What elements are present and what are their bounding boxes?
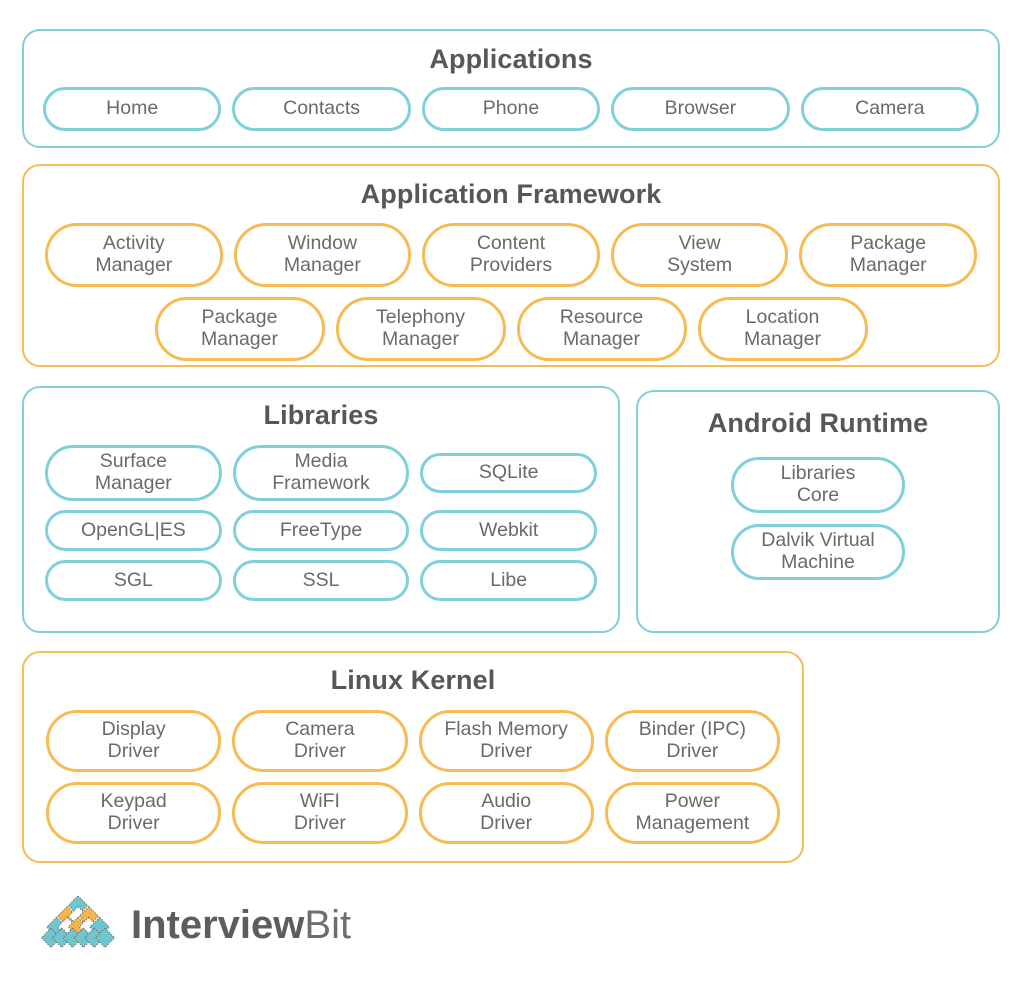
kernel-pill-camera-driver[interactable]: Camera Driver xyxy=(232,710,408,772)
runtime-pill-row-1: Libraries Core xyxy=(638,457,998,513)
library-pill-freetype[interactable]: FreeType xyxy=(232,510,410,551)
section-title-libraries: Libraries xyxy=(263,400,379,430)
interviewbit-wordmark: InterviewBit xyxy=(131,905,351,945)
android-architecture-diagram: Applications Home Contacts Phone Browser… xyxy=(0,0,1024,993)
framework-pill-activity-manager[interactable]: Activity Manager xyxy=(45,223,223,287)
library-pill-webkit[interactable]: Webkit xyxy=(420,510,598,551)
libraries-pill-row-3: SGL SSL Libe xyxy=(24,560,618,601)
section-applications: Applications Home Contacts Phone Browser… xyxy=(22,29,1000,148)
wordmark-interview: Interview xyxy=(131,903,305,947)
framework-pill-resource-manager[interactable]: Resource Manager xyxy=(516,297,687,361)
app-pill-phone[interactable]: Phone xyxy=(421,87,601,131)
framework-pill-package-manager-2[interactable]: Package Manager xyxy=(154,297,325,361)
framework-pill-view-system[interactable]: View System xyxy=(610,223,789,287)
section-android-runtime: Android Runtime Libraries Core Dalvik Vi… xyxy=(636,390,1000,633)
framework-pill-content-providers[interactable]: Content Providers xyxy=(422,223,600,287)
library-pill-sgl[interactable]: SGL xyxy=(45,560,222,601)
section-application-framework: Application Framework Activity Manager W… xyxy=(22,164,1000,367)
kernel-pill-power-management[interactable]: Power Management xyxy=(604,782,780,844)
kernel-pill-row-2: Keypad Driver WiFI Driver Audio Driver P… xyxy=(24,782,802,844)
framework-pill-telephony-manager[interactable]: Telephony Manager xyxy=(335,297,506,361)
applications-pill-row: Home Contacts Phone Browser Camera xyxy=(24,87,998,131)
framework-pill-window-manager[interactable]: Window Manager xyxy=(233,223,412,287)
library-pill-ssl[interactable]: SSL xyxy=(232,560,410,601)
kernel-pill-wifi-driver[interactable]: WiFI Driver xyxy=(232,782,408,844)
library-pill-opengl-es[interactable]: OpenGL|ES xyxy=(45,510,222,551)
kernel-pill-keypad-driver[interactable]: Keypad Driver xyxy=(46,782,222,844)
library-pill-surface-manager[interactable]: Surface Manager xyxy=(45,445,222,501)
section-title-applications: Applications xyxy=(429,44,593,74)
framework-pill-package-manager[interactable]: Package Manager xyxy=(799,223,977,287)
section-libraries: Libraries Surface Manager Media Framewor… xyxy=(22,386,620,633)
section-title-linux-kernel: Linux Kernel xyxy=(330,665,496,695)
framework-pill-row-1: Activity Manager Window Manager Content … xyxy=(24,223,998,287)
kernel-pill-audio-driver[interactable]: Audio Driver xyxy=(418,782,594,844)
app-pill-camera[interactable]: Camera xyxy=(800,87,980,131)
kernel-pill-display-driver[interactable]: Display Driver xyxy=(46,710,222,772)
app-pill-browser[interactable]: Browser xyxy=(611,87,790,131)
runtime-pill-dalvik-virtual-machine[interactable]: Dalvik Virtual Machine xyxy=(731,524,905,580)
interviewbit-logo: InterviewBit xyxy=(39,890,351,960)
section-title-application-framework: Application Framework xyxy=(360,179,662,209)
section-linux-kernel: Linux Kernel Display Driver Camera Drive… xyxy=(22,651,804,863)
libraries-pill-row-1: Surface Manager Media Framework SQLite xyxy=(24,445,618,501)
libraries-pill-row-2: OpenGL|ES FreeType Webkit xyxy=(24,510,618,551)
library-pill-sqlite[interactable]: SQLite xyxy=(420,453,598,493)
runtime-pill-libraries-core[interactable]: Libraries Core xyxy=(731,457,905,513)
library-pill-media-framework[interactable]: Media Framework xyxy=(232,445,410,501)
library-pill-libe[interactable]: Libe xyxy=(420,560,598,601)
kernel-pill-row-1: Display Driver Camera Driver Flash Memor… xyxy=(24,710,802,772)
wordmark-bit: Bit xyxy=(304,903,352,947)
framework-pill-row-2: Package Manager Telephony Manager Resour… xyxy=(24,297,998,361)
kernel-pill-binder-ipc-driver[interactable]: Binder (IPC) Driver xyxy=(604,710,780,772)
app-pill-home[interactable]: Home xyxy=(42,87,222,131)
section-title-android-runtime: Android Runtime xyxy=(707,408,929,438)
interviewbit-logo-mark-icon xyxy=(40,896,116,949)
framework-pill-location-manager[interactable]: Location Manager xyxy=(697,297,868,361)
app-pill-contacts[interactable]: Contacts xyxy=(232,87,411,131)
runtime-pill-row-2: Dalvik Virtual Machine xyxy=(638,524,998,580)
kernel-pill-flash-memory-driver[interactable]: Flash Memory Driver xyxy=(418,710,594,772)
